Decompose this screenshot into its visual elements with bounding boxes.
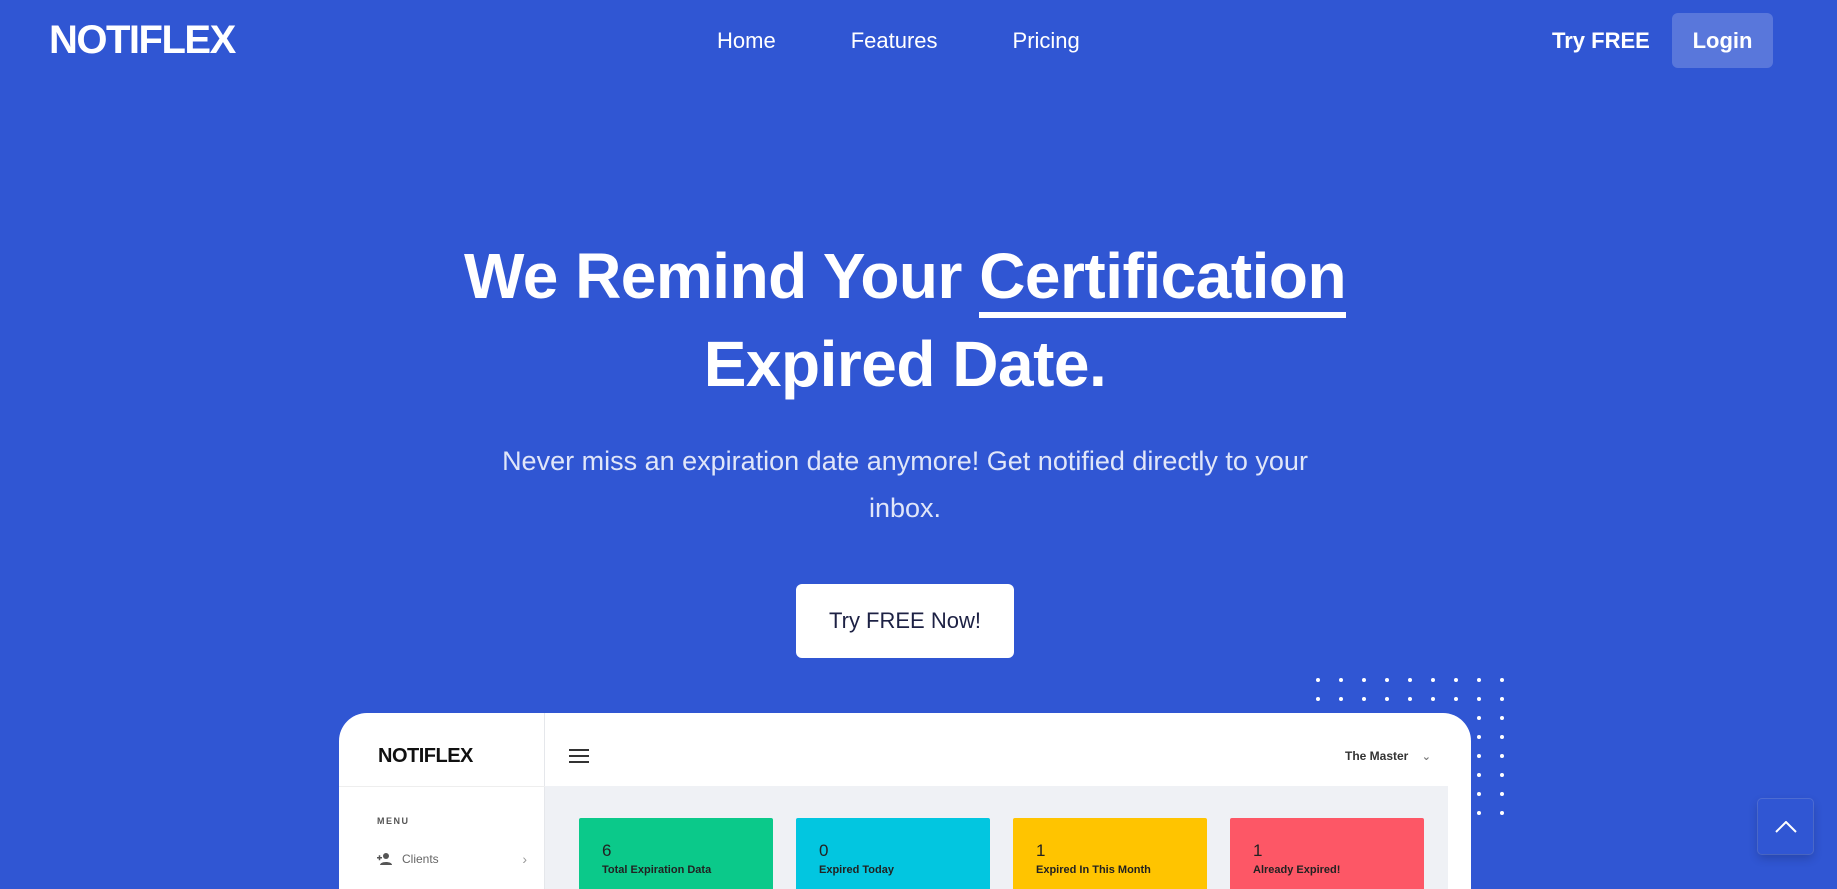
preview-menu-label: MENU — [377, 816, 410, 826]
user-dropdown[interactable]: The Master ⌄ — [1345, 749, 1431, 763]
dot — [1385, 697, 1389, 701]
stat-card-expired-month[interactable]: 1 Expired In This Month — [1013, 818, 1207, 889]
dot — [1500, 754, 1504, 758]
dot — [1500, 811, 1504, 815]
stat-label: Already Expired! — [1253, 864, 1341, 876]
dot — [1431, 678, 1435, 682]
dot — [1362, 678, 1366, 682]
add-user-icon — [377, 853, 392, 865]
dashboard-preview: NOTIFLEX MENU Clients › The Master ⌄ 6 T… — [339, 713, 1471, 889]
dot — [1454, 678, 1458, 682]
back-to-top-button[interactable] — [1758, 799, 1813, 854]
dot — [1477, 735, 1481, 739]
logo[interactable]: NOTIFLEX — [49, 18, 236, 63]
dot — [1431, 697, 1435, 701]
nav-link-home[interactable]: Home — [717, 28, 776, 54]
dot — [1500, 716, 1504, 720]
main-menu: Home Features Pricing — [717, 28, 1080, 54]
sidebar-item-label: Clients — [402, 852, 439, 866]
stat-label: Total Expiration Data — [602, 864, 712, 876]
dot — [1316, 678, 1320, 682]
navbar: NOTIFLEX Home Features Pricing Try FREE … — [0, 0, 1837, 84]
dot — [1477, 754, 1481, 758]
dot — [1477, 792, 1481, 796]
dot — [1500, 792, 1504, 796]
hero-title-highlight: Certification — [979, 240, 1347, 318]
dot — [1477, 678, 1481, 682]
chevron-down-icon: ⌄ — [1421, 751, 1431, 763]
stat-card-already-expired[interactable]: 1 Already Expired! — [1230, 818, 1424, 889]
dot — [1408, 697, 1412, 701]
hero-subtitle: Never miss an expiration date anymore! G… — [502, 446, 1308, 523]
dot — [1477, 697, 1481, 701]
preview-sidebar: NOTIFLEX MENU Clients › — [339, 713, 545, 889]
preview-content: 6 Total Expiration Data 0 Expired Today … — [545, 786, 1448, 889]
dot — [1500, 773, 1504, 777]
user-name: The Master — [1345, 749, 1409, 763]
dot — [1362, 697, 1366, 701]
chevron-right-icon: › — [522, 851, 527, 867]
nav-link-pricing[interactable]: Pricing — [1013, 28, 1080, 54]
dot — [1408, 678, 1412, 682]
dot — [1500, 697, 1504, 701]
dot — [1339, 697, 1343, 701]
chevron-up-icon — [1774, 820, 1797, 833]
dot — [1477, 773, 1481, 777]
stat-value: 1 — [1036, 841, 1046, 860]
stat-label: Expired Today — [819, 864, 894, 876]
stat-value: 1 — [1253, 841, 1263, 860]
stat-card-expired-today[interactable]: 0 Expired Today — [796, 818, 990, 889]
try-free-now-button[interactable]: Try FREE Now! — [796, 584, 1014, 658]
hero-title: We Remind Your Certification Expired Dat… — [0, 232, 1810, 408]
dot — [1500, 678, 1504, 682]
hero-title-part2: Expired Date. — [703, 328, 1107, 400]
nav-link-features[interactable]: Features — [851, 28, 938, 54]
preview-logo: NOTIFLEX — [378, 745, 473, 767]
hero-title-part1: We Remind Your — [463, 240, 962, 312]
dot — [1316, 697, 1320, 701]
sidebar-item-clients[interactable]: Clients › — [377, 849, 527, 869]
dot — [1339, 678, 1343, 682]
dot — [1385, 678, 1389, 682]
divider — [339, 786, 545, 787]
try-free-link[interactable]: Try FREE — [1552, 28, 1650, 54]
stat-value: 0 — [819, 841, 829, 860]
dot — [1477, 716, 1481, 720]
stat-label: Expired In This Month — [1036, 864, 1151, 876]
dot — [1477, 811, 1481, 815]
menu-icon[interactable] — [569, 749, 589, 765]
dot — [1500, 735, 1504, 739]
stat-card-total[interactable]: 6 Total Expiration Data — [579, 818, 773, 889]
dot — [1454, 697, 1458, 701]
stat-value: 6 — [602, 841, 612, 860]
login-button[interactable]: Login — [1672, 13, 1773, 68]
